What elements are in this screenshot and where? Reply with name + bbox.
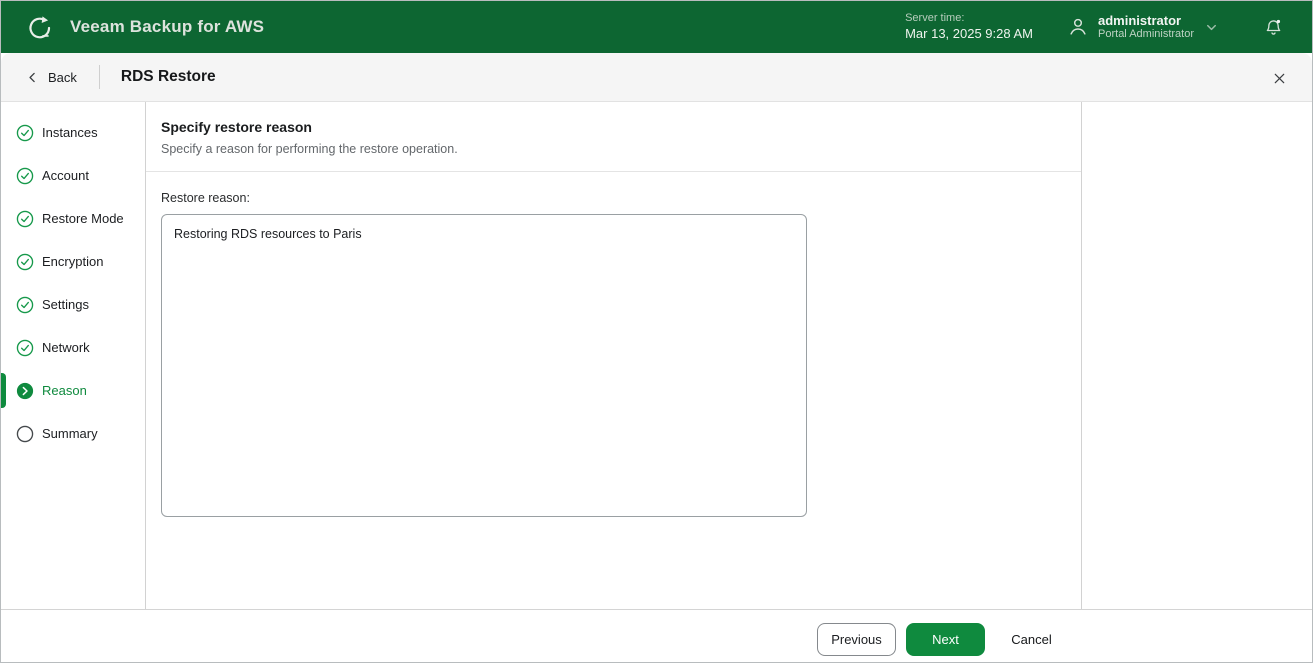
chevron-down-icon — [1204, 20, 1219, 35]
sidebar-step-account[interactable]: Account — [1, 154, 145, 197]
check-circle-icon — [16, 296, 34, 314]
wizard-steps: Instances Account Restore Mode Encryptio… — [1, 102, 146, 609]
step-label: Settings — [42, 297, 89, 312]
server-time: Server time: Mar 13, 2025 9:28 AM — [905, 12, 1033, 42]
step-label: Summary — [42, 426, 98, 441]
step-label: Reason — [42, 383, 87, 398]
user-text: administrator Portal Administrator — [1098, 13, 1194, 42]
active-step-indicator — [1, 373, 6, 408]
sidebar-step-settings[interactable]: Settings — [1, 283, 145, 326]
step-label: Encryption — [42, 254, 104, 269]
sidebar-step-encryption[interactable]: Encryption — [1, 240, 145, 283]
sidebar-step-summary[interactable]: Summary — [1, 412, 145, 455]
check-circle-icon — [16, 167, 34, 185]
veeam-backup-aws-window: Veeam Backup for AWS Server time: Mar 13… — [0, 0, 1313, 663]
veeam-logo-icon — [26, 14, 53, 41]
step-label: Instances — [42, 125, 98, 140]
app-header: Veeam Backup for AWS Server time: Mar 13… — [1, 1, 1312, 53]
step-content: Specify restore reason Specify a reason … — [146, 102, 1082, 609]
sidebar-step-network[interactable]: Network — [1, 326, 145, 369]
sidebar-step-instances[interactable]: Instances — [1, 111, 145, 154]
next-button[interactable]: Next — [906, 623, 985, 656]
page-title: RDS Restore — [120, 68, 216, 85]
wizard-body: Instances Account Restore Mode Encryptio… — [1, 102, 1312, 609]
user-role: Portal Administrator — [1098, 28, 1194, 41]
cancel-button[interactable]: Cancel — [994, 623, 1069, 656]
step-label: Restore Mode — [42, 211, 124, 226]
user-menu[interactable]: administrator Portal Administrator — [1067, 13, 1219, 42]
sidebar-step-restore-mode[interactable]: Restore Mode — [1, 197, 145, 240]
step-heading: Specify restore reason — [161, 119, 312, 135]
sidebar-step-reason[interactable]: Reason — [1, 369, 145, 412]
restore-reason-label: Restore reason: — [161, 191, 250, 205]
wizard-footer: Previous Next Cancel — [1, 609, 1312, 662]
toolbar-divider — [98, 65, 100, 89]
close-button[interactable] — [1264, 63, 1294, 93]
check-circle-icon — [16, 253, 34, 271]
previous-button[interactable]: Previous — [817, 623, 896, 656]
user-name: administrator — [1098, 12, 1182, 28]
step-subheading: Specify a reason for performing the rest… — [161, 142, 458, 156]
app-title: Veeam Backup for AWS — [70, 17, 265, 36]
user-icon — [1067, 16, 1089, 38]
step-form: Restore reason: Restoring RDS resources … — [146, 172, 1081, 534]
notifications-button[interactable] — [1263, 17, 1284, 38]
bell-icon — [1266, 19, 1281, 35]
step-header: Specify restore reason Specify a reason … — [146, 102, 1081, 172]
arrow-circle-icon — [16, 382, 34, 400]
back-button[interactable]: Back — [26, 70, 77, 85]
restore-reason-textarea[interactable]: Restoring RDS resources to Paris — [161, 214, 807, 517]
check-circle-icon — [16, 339, 34, 357]
server-time-label: Server time: — [905, 12, 965, 24]
back-label: Back — [48, 69, 77, 85]
wizard-toolbar: Back RDS Restore — [1, 53, 1312, 102]
empty-circle-icon — [16, 425, 34, 443]
step-label: Network — [42, 340, 90, 355]
check-circle-icon — [16, 210, 34, 228]
close-icon — [1274, 73, 1284, 83]
check-circle-icon — [16, 124, 34, 142]
step-label: Account — [42, 168, 89, 183]
server-time-value: Mar 13, 2025 9:28 AM — [905, 25, 1034, 41]
right-panel — [1082, 102, 1312, 609]
chevron-left-icon — [29, 72, 35, 82]
